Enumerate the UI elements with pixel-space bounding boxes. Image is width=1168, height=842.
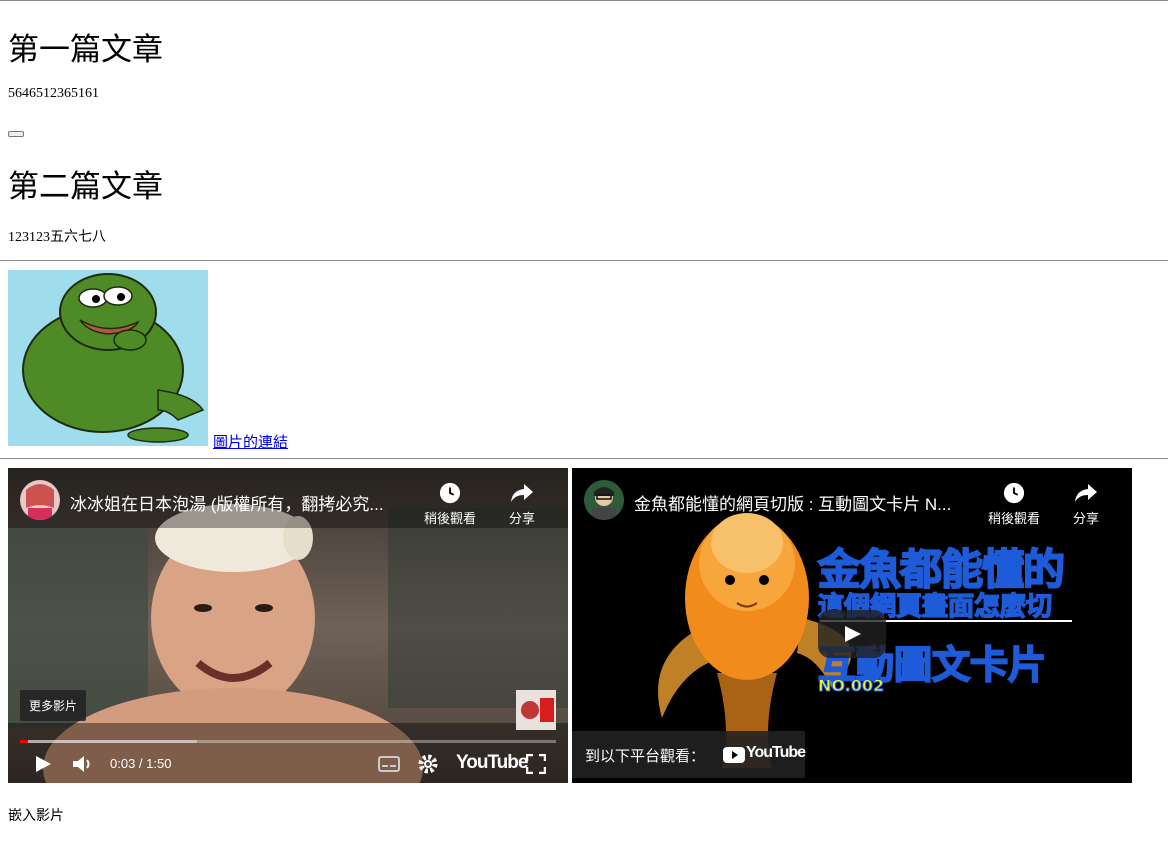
embed-video-caption: 嵌入影片	[8, 809, 64, 824]
section-rule-1	[0, 260, 1168, 261]
clock-icon	[1003, 482, 1025, 504]
share-icon	[1075, 484, 1097, 502]
share-label: 分享	[508, 511, 535, 526]
share-button-1[interactable]: 分享	[492, 482, 552, 527]
video-1-frame	[8, 468, 568, 783]
video-player-1[interactable]: 冰冰姐在日本泡湯 (版權所有，翻拷必究... 稍後觀看 分享 更多影片 0:03…	[8, 468, 568, 783]
video-player-2[interactable]: 金魚都能懂的 這個網頁畫面怎麼切 互動圖文卡片 NO.002 金魚都能懂的網頁切…	[572, 468, 1132, 783]
large-play-button[interactable]	[818, 610, 886, 658]
watch-later-button-2[interactable]: 稍後觀看	[984, 482, 1044, 527]
video-2-title[interactable]: 金魚都能懂的網頁切版 : 互動圖文卡片 N...	[634, 490, 974, 515]
youtube-logo[interactable]: YouTube	[456, 752, 528, 774]
subtitles-icon[interactable]	[378, 756, 400, 772]
fullscreen-icon[interactable]	[526, 754, 546, 774]
article-2-title: 第二篇文章	[8, 169, 163, 205]
top-rule	[0, 0, 1168, 1]
image-link[interactable]: 圖片的連結	[213, 431, 288, 452]
article-1-title: 第一篇文章	[8, 32, 163, 68]
watch-later-label: 稍後觀看	[987, 511, 1040, 526]
article-1-body: 5646512365161	[8, 86, 99, 101]
share-button-2[interactable]: 分享	[1056, 482, 1116, 527]
article-2-body: 123123五六七八	[8, 230, 106, 245]
share-label: 分享	[1072, 511, 1099, 526]
section-rule-2	[0, 458, 1168, 459]
volume-icon[interactable]	[72, 755, 94, 773]
more-videos-button[interactable]: 更多影片	[20, 690, 87, 721]
thumbnail-number: NO.002	[817, 676, 885, 696]
clock-icon	[439, 482, 461, 504]
pepe-image	[8, 270, 208, 446]
share-icon	[511, 484, 533, 502]
video-1-title[interactable]: 冰冰姐在日本泡湯 (版權所有，翻拷必究...	[70, 490, 415, 515]
play-icon	[845, 626, 861, 642]
channel-avatar-2[interactable]	[584, 480, 624, 520]
watch-on-label: 到以下平台觀看：	[585, 748, 706, 765]
video-time: 0:03 / 1:50	[110, 756, 172, 771]
watch-later-label: 稍後觀看	[423, 511, 476, 526]
channel-avatar-1[interactable]	[20, 480, 60, 520]
video-1-progress-bar[interactable]	[20, 740, 556, 743]
empty-button[interactable]	[8, 131, 24, 137]
watch-on-youtube-bar[interactable]: 到以下平台觀看： YouTube	[572, 731, 806, 778]
youtube-wordmark: YouTube	[746, 744, 806, 761]
channel-watermark[interactable]	[516, 690, 556, 730]
watch-later-button-1[interactable]: 稍後觀看	[420, 482, 480, 527]
play-icon[interactable]	[34, 755, 52, 773]
youtube-play-logo-icon	[723, 747, 745, 763]
settings-gear-icon[interactable]	[418, 754, 438, 774]
